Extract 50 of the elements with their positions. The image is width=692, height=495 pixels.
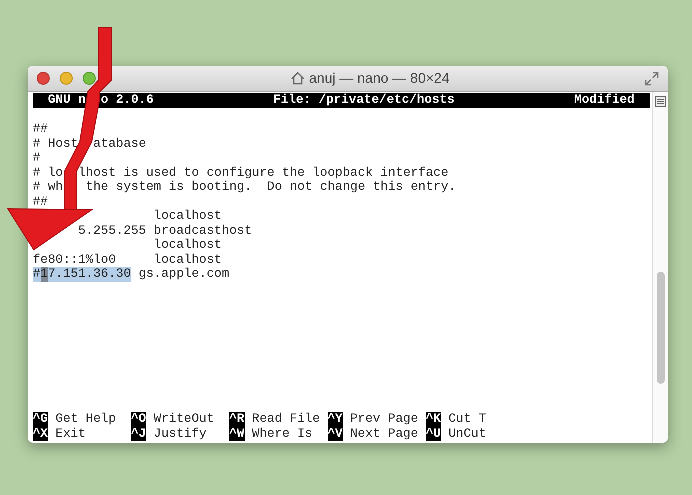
shortcut-key: ^Y	[328, 412, 343, 426]
shortcut-key: ^W	[229, 426, 245, 441]
selected-text: 7.151.36.30	[48, 267, 132, 282]
code-text: # Host	[33, 136, 78, 151]
zoom-button[interactable]	[83, 72, 96, 85]
code-text: lhost is used to configure the loopback interface	[78, 166, 449, 180]
code-text: atabase	[93, 136, 146, 151]
fullscreen-icon[interactable]	[645, 72, 659, 86]
code-text: localhost	[154, 252, 222, 267]
code-text: broadcasthost	[154, 224, 252, 238]
shortcut-label: Next Page	[350, 426, 418, 441]
code-text: 5.255.255	[78, 224, 146, 238]
shortcut-label: WriteOut	[154, 412, 214, 426]
shortcut-label: Exit	[56, 426, 86, 441]
window-title: anuj — nano — 80×24	[309, 69, 450, 88]
file-name: File: /private/etc/hosts	[273, 93, 455, 108]
minimize-button[interactable]	[60, 72, 73, 85]
code-text: # wh	[33, 180, 64, 194]
code-text: ##	[33, 194, 48, 209]
selected-text: #	[33, 267, 41, 282]
close-button[interactable]	[37, 72, 50, 85]
shortcut-label: Prev Page	[350, 412, 418, 426]
code-text: fe80::1%lo0	[33, 252, 116, 267]
nano-version: o 2.0.6	[101, 93, 154, 108]
shortcut-key: ^O	[131, 412, 146, 426]
shortcut-label: UnCut	[448, 426, 486, 441]
code-text: #	[33, 151, 41, 166]
code-text: localhost	[154, 238, 222, 252]
shortcut-key: ^G	[33, 412, 48, 426]
code-text: # lo	[33, 166, 64, 180]
shortcut-key: ^K	[426, 412, 442, 426]
shortcut-key: ^U	[426, 426, 442, 441]
code-text: ##	[33, 122, 48, 136]
code-text: localhost	[154, 209, 222, 224]
shortcut-label: Where Is	[252, 426, 313, 441]
nano-version: GNU n	[48, 93, 86, 108]
shortcut-key: ^X	[33, 426, 48, 441]
shortcut-key: ^V	[328, 426, 343, 441]
shortcut-label: Cut T	[448, 412, 486, 426]
shortcut-label: Get Help	[56, 412, 116, 426]
split-view-icon[interactable]	[655, 96, 666, 107]
shortcut-key: ^J	[131, 426, 146, 441]
house-icon	[291, 72, 306, 85]
scrollbar-thumb[interactable]	[656, 272, 664, 384]
shortcut-label: Read File	[252, 412, 320, 426]
shortcut-label: Justify	[154, 426, 207, 441]
code-text: gs.apple.com	[138, 267, 230, 282]
modified-status: Modified	[574, 93, 635, 108]
shortcut-key: ^R	[229, 412, 245, 426]
code-text: the system is booting. Do not change this entry.	[86, 180, 456, 194]
